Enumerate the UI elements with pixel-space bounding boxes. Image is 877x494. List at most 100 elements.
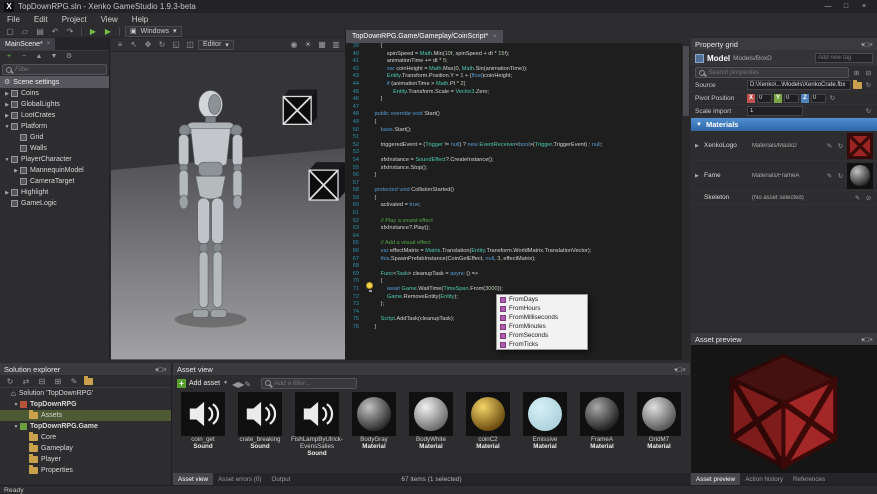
chevron-right-icon[interactable]: ▶ (695, 173, 702, 179)
close-icon[interactable]: × (869, 337, 873, 344)
edit-icon[interactable]: ✎ (68, 376, 80, 387)
assetview-tab-asset-errors-0-[interactable]: Asset errors (0) (213, 473, 266, 485)
expand-all-icon[interactable]: ⊞ (852, 69, 861, 77)
tab-coinscript[interactable]: TopDownRPG.Game/Gameplay/CoinScript* × (346, 30, 503, 43)
chevron-right-icon[interactable]: ▶ (12, 168, 20, 174)
pivot-y-input[interactable] (784, 94, 799, 103)
scene-tree-item-cameratarget[interactable]: CameraTarget (0, 176, 109, 187)
material-thumbnail[interactable] (847, 133, 873, 159)
refresh-icon[interactable]: ↻ (4, 376, 16, 387)
rotate-icon[interactable]: ↻ (156, 39, 168, 50)
asset-filter-input[interactable] (274, 380, 353, 387)
scale-icon[interactable]: ◱ (170, 39, 182, 50)
completion-item-fromticks[interactable]: FromTicks (497, 340, 587, 349)
asset-tile-coin-get[interactable]: coin_getSound (175, 391, 231, 472)
select-icon[interactable]: ↖ (128, 39, 140, 50)
save-icon[interactable]: ▤ (34, 26, 46, 37)
add-entity-icon[interactable]: + (3, 52, 15, 62)
completion-item-fromhours[interactable]: FromHours (497, 304, 587, 313)
scene-tree-item-playercharacter[interactable]: ▼PlayerCharacter (0, 154, 109, 165)
scene-tree-item-grid[interactable]: Grid (0, 132, 109, 143)
solution-tree-item-solution-topdownrpg-[interactable]: ⌂Solution 'TopDownRPG' (0, 388, 171, 399)
scene-tree-item-lootcrates[interactable]: ▶LootCrates (0, 110, 109, 121)
remove-entity-icon[interactable]: − (18, 52, 30, 62)
magnet-icon[interactable]: ◫ (184, 39, 196, 50)
assetpreview-tab-references[interactable]: References (788, 473, 830, 485)
sync-icon[interactable]: ⇄ (20, 376, 32, 387)
assetview-tab-output[interactable]: Output (267, 473, 296, 485)
material-row-fame[interactable]: ▶ Fame Materials/FrameA ✎ ↻ (691, 161, 877, 191)
asset-tile-crate-breaking[interactable]: crate_breakingSound (232, 391, 288, 472)
play-remote-icon[interactable]: ▶ (102, 26, 114, 37)
close-button[interactable]: × (855, 0, 873, 13)
settings-icon[interactable]: ⚙ (63, 52, 75, 62)
edit-icon[interactable]: ✎ (825, 142, 834, 150)
collapse-all-icon[interactable]: ⊟ (36, 376, 48, 387)
chevron-down-icon[interactable]: ▼ (3, 157, 11, 163)
scene-tree-item-platform[interactable]: ▼Platform (0, 121, 109, 132)
asset-tile-gridm7[interactable]: GridM7Material (631, 391, 687, 472)
expand-all-icon[interactable]: ⊞ (52, 376, 64, 387)
reset-icon[interactable]: ↻ (836, 142, 845, 150)
solution-tree-item-topdownrpg-game[interactable]: ▼TopDownRPG.Game (0, 421, 171, 432)
assetpreview-tab-action-history[interactable]: Action history (740, 473, 788, 485)
maximize-button[interactable]: □ (837, 0, 855, 13)
menu-view[interactable]: View (94, 15, 125, 24)
asset-tile-framea[interactable]: FrameAMaterial (574, 391, 630, 472)
skeleton-row[interactable]: Skeleton (No asset selected) ✎ ⊘ (691, 191, 877, 205)
menu-icon[interactable]: ≡ (114, 39, 126, 50)
edit-icon[interactable]: ✎ (853, 194, 862, 202)
open-icon[interactable]: ▱ (19, 26, 31, 37)
solution-tree-item-properties[interactable]: Properties (0, 465, 171, 476)
reset-icon[interactable]: ↻ (828, 94, 837, 102)
viewport-canvas[interactable] (111, 52, 345, 360)
light-icon[interactable]: ☀ (302, 39, 314, 50)
reset-icon[interactable]: ↻ (864, 81, 873, 89)
assetpreview-tab-asset-preview[interactable]: Asset preview (691, 473, 740, 485)
move-up-icon[interactable]: ▲ (33, 52, 45, 62)
scale-import-input[interactable] (747, 106, 803, 116)
new-icon[interactable]: ▢ (4, 26, 16, 37)
solution-tree-item-core[interactable]: Core (0, 432, 171, 443)
material-row-xenkologo[interactable]: ▶ XenkoLogo Materials/MaskD ✎ ↻ (691, 131, 877, 161)
menu-edit[interactable]: Edit (27, 15, 55, 24)
close-icon[interactable]: × (682, 367, 686, 374)
chevron-right-icon[interactable]: ▶ (3, 113, 11, 119)
solution-tree-item-topdownrpg[interactable]: ▼TopDownRPG (0, 399, 171, 410)
completion-item-fromdays[interactable]: FromDays (497, 295, 587, 304)
close-icon[interactable]: × (493, 34, 497, 40)
source-value[interactable]: D:\Xenko\...\Models\XenkoCrate.fbx (747, 80, 851, 90)
asset-tile-emissive[interactable]: EmissiveMaterial (517, 391, 573, 472)
undo-icon[interactable]: ↶ (49, 26, 61, 37)
close-icon[interactable]: × (869, 42, 873, 49)
completion-item-frommilliseconds[interactable]: FromMilliseconds (497, 313, 587, 322)
edit-icon[interactable]: ✎ (825, 172, 834, 180)
menu-file[interactable]: File (0, 15, 27, 24)
scrollbar-thumb[interactable] (683, 46, 689, 116)
browse-folder-icon[interactable] (853, 82, 862, 89)
lightbulb-icon[interactable] (366, 282, 373, 289)
camera-icon[interactable]: ◉ (288, 39, 300, 50)
scene-tree-item-mannequinmodel[interactable]: ▶MannequinModel (0, 165, 109, 176)
editor-dropdown[interactable]: Editor▾ (198, 40, 234, 50)
solution-tree-item-assets[interactable]: Assets (0, 410, 171, 421)
display-icon[interactable]: ▥ (330, 39, 342, 50)
completion-item-fromminutes[interactable]: FromMinutes (497, 322, 587, 331)
pivot-x-input[interactable] (757, 94, 772, 103)
chevron-right-icon[interactable]: ▶ (3, 91, 11, 97)
redo-icon[interactable]: ↷ (64, 26, 76, 37)
chevron-right-icon[interactable]: ▶ (3, 190, 11, 196)
chevron-down-icon[interactable]: ▼ (12, 402, 20, 408)
chevron-right-icon[interactable]: ▶ (3, 102, 11, 108)
clear-icon[interactable]: ⊘ (864, 194, 873, 202)
solution-tree-item-player[interactable]: Player (0, 454, 171, 465)
solution-tree-item-gameplay[interactable]: Gameplay (0, 443, 171, 454)
asset-tile-coinc2[interactable]: coinC2Material (460, 391, 516, 472)
chevron-right-icon[interactable]: ▶ (695, 143, 702, 149)
move-icon[interactable]: ✥ (142, 39, 154, 50)
scene-tree-item-walls[interactable]: Walls (0, 143, 109, 154)
move-down-icon[interactable]: ▼ (48, 52, 60, 62)
materials-section-header[interactable]: ▼ Materials (691, 118, 877, 131)
reset-icon[interactable]: ↻ (864, 107, 873, 115)
add-tag-input[interactable] (815, 53, 873, 63)
